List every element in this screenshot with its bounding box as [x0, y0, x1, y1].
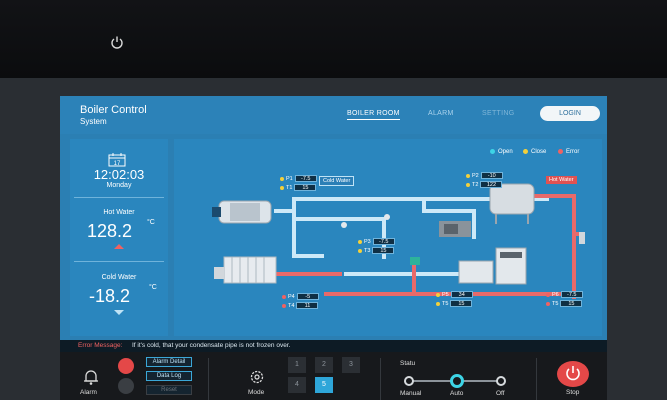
alarm-detail-button[interactable]: Alarm Detail	[146, 357, 192, 367]
valve-icon	[384, 214, 390, 220]
alarm-person-button[interactable]	[118, 378, 134, 394]
hot-water-label: Hot Water	[103, 209, 135, 216]
switch-auto-label: Auto	[450, 390, 464, 397]
error-label: Error Message:	[78, 342, 123, 349]
stop-button[interactable]	[557, 361, 589, 387]
mode-button-3[interactable]: 3	[342, 357, 360, 373]
reading-p6: P6 -7.5	[546, 291, 583, 298]
mode-button-4[interactable]: 4	[288, 377, 306, 393]
status-panel: 17 12:02:03 Monday Hot Water 128.2 °C Co…	[70, 139, 168, 336]
divider	[208, 358, 209, 400]
calendar-icon: 17	[108, 153, 126, 167]
hot-water-pipe-label: Hot Water	[546, 176, 577, 184]
switch-manual-label: Manual	[400, 390, 422, 397]
mode-button-1[interactable]: 1	[288, 357, 306, 373]
radiator	[214, 256, 277, 284]
power-icon	[566, 366, 580, 381]
nav-boiler-room[interactable]: BOILER ROOM	[347, 110, 400, 120]
reading-t2: T2 122	[466, 181, 503, 188]
control-bar: Alarm Alarm Detail Data Log Reset Mode 1…	[60, 352, 607, 400]
reading-t6: T5 15	[546, 300, 583, 307]
reading-t5: T5 15	[436, 300, 473, 307]
alarm-home-button[interactable]	[118, 358, 134, 374]
status-label: Statu	[400, 360, 416, 367]
cold-water-label: Cold Water	[101, 274, 137, 281]
error-message: If it's cold, that your condensate pipe …	[132, 342, 291, 349]
nav-alarm[interactable]: ALARM	[428, 110, 454, 117]
gear-icon	[250, 370, 264, 384]
faucet-icon	[579, 232, 585, 244]
switch-manual-knob[interactable]	[404, 376, 414, 386]
hot-water-value: 128.2	[87, 221, 133, 241]
stop-label: Stop	[566, 389, 580, 396]
login-button[interactable]: LOGIN	[540, 106, 600, 121]
gauge-icon	[341, 222, 347, 228]
divider	[536, 358, 537, 400]
cold-water-value: -18.2	[89, 286, 131, 306]
reset-button[interactable]: Reset	[146, 385, 192, 395]
boiler-tank	[212, 200, 272, 224]
valve-icon	[410, 257, 420, 265]
storage-tank	[489, 183, 535, 224]
pump	[439, 221, 471, 237]
reading-p4: P4 -5	[282, 293, 319, 300]
reading-p1: P1 -7.5	[280, 175, 317, 182]
switch-off-label: Off	[496, 390, 505, 397]
hot-water-up-icon	[114, 244, 124, 249]
clock-time: 12:02:03	[93, 167, 145, 182]
reading-p3: P3 -7.5	[358, 238, 395, 245]
power-icon[interactable]	[110, 35, 124, 49]
cold-water-down-icon	[114, 310, 124, 315]
alarm-label: Alarm	[80, 389, 97, 396]
switch-off-knob[interactable]	[496, 376, 506, 386]
mode-label: Mode	[248, 389, 265, 396]
bell-icon[interactable]	[82, 368, 100, 386]
cold-water-unit: °C	[149, 284, 157, 291]
app-title: Boiler Control	[80, 104, 147, 116]
data-log-button[interactable]: Data Log	[146, 371, 192, 381]
reading-t1: T1 15	[280, 184, 317, 191]
cold-water-pipe-label: Cold Water	[319, 176, 355, 186]
divider	[74, 197, 164, 198]
divider	[380, 358, 381, 400]
mode-button-2[interactable]: 2	[315, 357, 333, 373]
error-bar: Error Message: If it's cold, that your c…	[60, 340, 607, 352]
clock-day: Monday	[106, 182, 132, 189]
mode-button-5[interactable]: 5	[315, 377, 333, 393]
reading-t4: T4 11	[282, 302, 319, 309]
reading-t3: T3 15	[358, 247, 395, 254]
app-header: Boiler Control System BOILER ROOM ALARM …	[60, 96, 607, 134]
divider	[74, 261, 164, 262]
heat-unit	[458, 247, 527, 285]
hot-water-unit: °C	[147, 219, 155, 226]
reading-p2: P2 -10	[466, 172, 503, 179]
switch-auto-knob[interactable]	[450, 374, 464, 388]
reading-p5: P5 34	[436, 291, 473, 298]
boiler-diagram: Open Close Error Cold Water Hot Water P1…	[174, 139, 602, 336]
bezel-top	[0, 0, 667, 78]
app-subtitle: System	[80, 117, 107, 126]
nav-setting[interactable]: SETTING	[482, 110, 514, 117]
